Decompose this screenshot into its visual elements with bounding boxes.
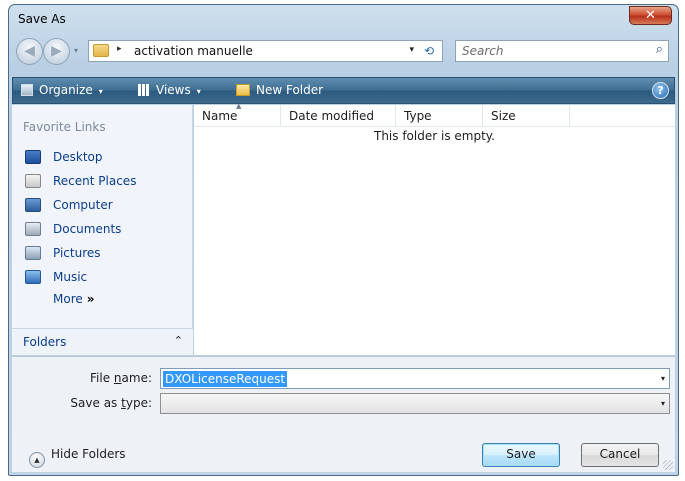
new-folder-icon bbox=[236, 84, 250, 96]
folder-icon bbox=[93, 44, 109, 57]
organize-menu[interactable]: Organize ▾ bbox=[21, 83, 103, 97]
views-menu[interactable]: Views ▾ bbox=[138, 83, 201, 97]
music-icon bbox=[25, 270, 41, 284]
file-name-label-text: ame: bbox=[121, 371, 152, 385]
column-header-label: Date modified bbox=[289, 109, 375, 123]
organize-icon bbox=[21, 84, 33, 96]
desktop-icon bbox=[25, 150, 41, 164]
resize-grip[interactable] bbox=[663, 460, 673, 470]
folders-toggle[interactable]: Folders ⌃ bbox=[12, 328, 193, 355]
search-placeholder: Search bbox=[462, 44, 504, 58]
new-folder-label: New Folder bbox=[256, 83, 324, 97]
column-header-label: Size bbox=[491, 109, 516, 123]
save-as-type-label-text: ype: bbox=[125, 396, 152, 410]
favorite-link-label: Desktop bbox=[53, 150, 103, 164]
column-header-name[interactable]: ▲ Name bbox=[194, 102, 281, 127]
favorite-links-heading: Favorite Links bbox=[23, 120, 106, 134]
file-name-value: DXOLicenseRequest bbox=[163, 371, 288, 387]
favorite-link-label: Recent Places bbox=[53, 174, 137, 188]
computer-icon bbox=[25, 198, 41, 212]
collapse-icon: ▲ bbox=[29, 452, 45, 468]
address-dropdown-icon[interactable]: ▾ bbox=[409, 45, 414, 55]
forward-button[interactable]: ▶ bbox=[43, 38, 70, 65]
chevron-down-icon[interactable]: ▾ bbox=[661, 399, 665, 408]
views-label: Views bbox=[156, 83, 191, 97]
window-title: Save As bbox=[18, 12, 66, 26]
recent-places-icon bbox=[25, 174, 41, 188]
favorite-link-label: Computer bbox=[53, 198, 113, 212]
file-name-label-accesskey: n bbox=[113, 371, 122, 385]
column-header-label: Type bbox=[404, 109, 432, 123]
close-button[interactable]: ✕ bbox=[629, 6, 672, 25]
column-header-type[interactable]: Type bbox=[396, 105, 483, 127]
back-button[interactable]: ◀ bbox=[16, 38, 43, 65]
address-row: ◀ ▶ ▾ ▸ activation manuelle ▾ ⟲ Search ⌕ bbox=[9, 34, 678, 68]
views-icon bbox=[138, 84, 150, 96]
command-bar: Organize ▾ Views ▾ New Folder ? bbox=[12, 77, 675, 104]
forward-arrow-icon: ▶ bbox=[51, 43, 62, 59]
more-links-button[interactable]: More» bbox=[53, 292, 95, 306]
search-input[interactable]: Search ⌕ bbox=[455, 40, 669, 62]
column-header-row: ▲ Name Date modified Type Size bbox=[194, 102, 675, 127]
chevron-down-icon[interactable]: ▾ bbox=[661, 374, 665, 383]
favorite-link-label: Documents bbox=[53, 222, 122, 236]
breadcrumb-current-folder[interactable]: activation manuelle bbox=[134, 44, 253, 58]
refresh-icon[interactable]: ⟲ bbox=[419, 42, 439, 60]
more-label: More bbox=[53, 292, 83, 306]
hide-folders-label: Hide Folders bbox=[51, 447, 126, 461]
save-button[interactable]: Save bbox=[482, 443, 560, 467]
favorite-link-music[interactable]: Music bbox=[23, 268, 188, 288]
chevron-down-icon: ▾ bbox=[98, 87, 103, 96]
save-as-type-label: Save as type: bbox=[12, 396, 152, 410]
breadcrumb-arrow-icon[interactable]: ▸ bbox=[117, 44, 122, 54]
chevron-down-icon: ▾ bbox=[196, 87, 201, 96]
favorite-link-desktop[interactable]: Desktop bbox=[23, 148, 188, 168]
file-name-label: File name: bbox=[12, 371, 152, 385]
save-as-dialog: Save As ✕ ◀ ▶ ▾ ▸ activation manuelle ▾ … bbox=[8, 4, 679, 476]
column-header-size[interactable]: Size bbox=[483, 105, 570, 127]
column-header-label: Name bbox=[202, 109, 238, 123]
double-chevron-right-icon: » bbox=[86, 292, 95, 306]
favorite-link-documents[interactable]: Documents bbox=[23, 220, 188, 240]
title-bar[interactable]: Save As ✕ bbox=[9, 5, 678, 33]
close-icon: ✕ bbox=[645, 8, 656, 23]
column-header-date-modified[interactable]: Date modified bbox=[281, 105, 396, 127]
documents-icon bbox=[25, 222, 41, 236]
navigation-pane: Favorite Links Desktop Recent Places Com… bbox=[12, 105, 193, 355]
address-bar[interactable]: ▸ activation manuelle ▾ ⟲ bbox=[88, 40, 443, 62]
favorite-link-pictures[interactable]: Pictures bbox=[23, 244, 188, 264]
help-icon[interactable]: ? bbox=[652, 82, 669, 99]
recent-pages-dropdown[interactable]: ▾ bbox=[74, 46, 78, 55]
hide-folders-button[interactable]: ▲ Hide Folders bbox=[29, 447, 126, 468]
pictures-icon bbox=[25, 246, 41, 260]
save-as-type-select[interactable]: ▾ bbox=[160, 393, 670, 414]
favorite-link-label: Pictures bbox=[53, 246, 101, 260]
new-folder-button[interactable]: New Folder bbox=[236, 83, 323, 97]
save-as-type-label-text: Save as bbox=[70, 396, 122, 410]
favorite-link-label: Music bbox=[53, 270, 88, 284]
favorite-link-computer[interactable]: Computer bbox=[23, 196, 188, 216]
save-options-panel: File name: DXOLicenseRequest ▾ Save as t… bbox=[12, 356, 675, 472]
cancel-button[interactable]: Cancel bbox=[581, 443, 659, 467]
search-icon[interactable]: ⌕ bbox=[656, 42, 663, 57]
folders-label: Folders bbox=[23, 335, 67, 349]
chevron-up-icon: ⌃ bbox=[173, 334, 183, 347]
empty-folder-message: This folder is empty. bbox=[374, 129, 495, 143]
back-arrow-icon: ◀ bbox=[24, 43, 35, 59]
sort-ascending-icon: ▲ bbox=[236, 102, 242, 110]
file-name-label-text: File bbox=[90, 371, 114, 385]
file-list[interactable]: ▲ Name Date modified Type Size This fold… bbox=[194, 102, 675, 355]
favorite-link-recent-places[interactable]: Recent Places bbox=[23, 172, 188, 192]
file-name-input[interactable]: DXOLicenseRequest ▾ bbox=[160, 368, 670, 389]
organize-label: Organize bbox=[39, 83, 93, 97]
